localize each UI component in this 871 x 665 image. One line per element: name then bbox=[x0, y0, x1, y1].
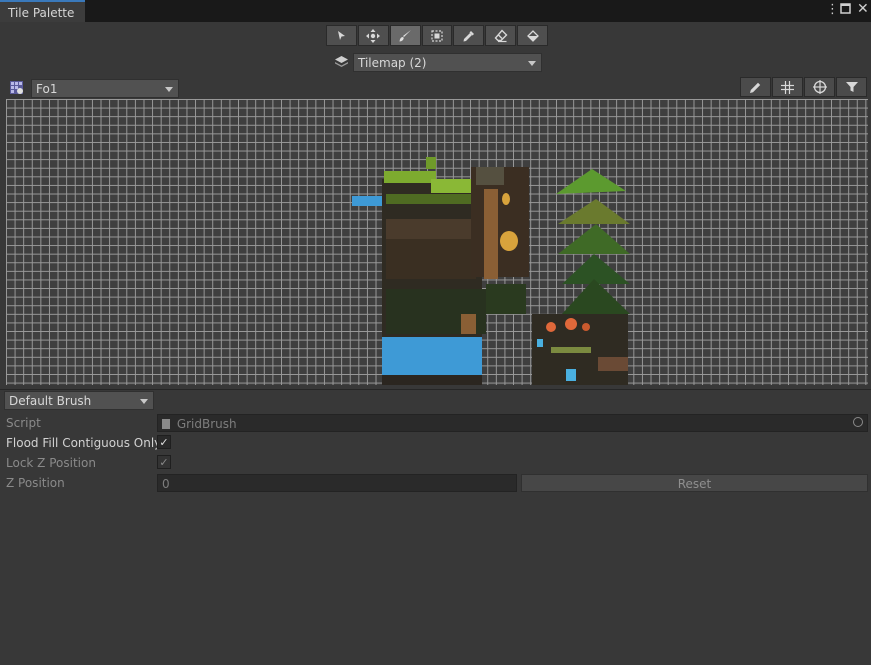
tab-bar: Tile Palette ⋮ ✕ bbox=[0, 0, 871, 22]
picker-tool-button[interactable] bbox=[453, 25, 485, 46]
lock-z-label: Lock Z Position bbox=[6, 456, 96, 470]
toggle-grid-button[interactable] bbox=[772, 77, 803, 97]
object-picker-icon[interactable] bbox=[853, 417, 863, 427]
palette-icon bbox=[10, 81, 23, 94]
brush-selected: Default Brush bbox=[9, 394, 92, 408]
arrow-icon bbox=[338, 30, 346, 40]
paint-bucket-icon bbox=[526, 29, 539, 42]
brush-dropdown[interactable]: Default Brush bbox=[4, 391, 154, 410]
palette-value: Fo1 bbox=[36, 82, 58, 96]
chevron-down-icon bbox=[528, 61, 536, 66]
eraser-icon bbox=[494, 28, 508, 42]
select-tool-button[interactable] bbox=[326, 25, 357, 46]
script-field[interactable]: GridBrush bbox=[157, 414, 868, 432]
flood-fill-checkbox[interactable]: ✓ bbox=[157, 435, 171, 449]
edit-palette-button[interactable] bbox=[740, 77, 771, 97]
tool-strip bbox=[326, 25, 549, 47]
tile-palette-tab[interactable]: Tile Palette bbox=[0, 0, 85, 22]
chevron-down-icon bbox=[140, 399, 148, 404]
lock-z-checkbox[interactable]: ✓ bbox=[157, 455, 171, 469]
close-icon[interactable]: ✕ bbox=[857, 2, 869, 16]
z-position-input[interactable]: 0 bbox=[157, 474, 517, 492]
erase-tool-button[interactable] bbox=[485, 25, 517, 46]
fill-tool-button[interactable] bbox=[517, 25, 549, 46]
z-position-value: 0 bbox=[162, 477, 170, 491]
brush-icon bbox=[399, 29, 412, 41]
palette-dropdown[interactable]: Fo1 bbox=[31, 79, 179, 98]
grid-icon bbox=[781, 80, 794, 94]
chevron-down-icon bbox=[165, 87, 173, 92]
active-tilemap-value: Tilemap (2) bbox=[358, 56, 427, 70]
active-tilemap-dropdown[interactable]: Tilemap (2) bbox=[353, 53, 542, 72]
z-position-label: Z Position bbox=[6, 476, 65, 490]
reset-label: Reset bbox=[677, 477, 712, 491]
move-tool-button[interactable] bbox=[357, 25, 389, 46]
box-fill-icon bbox=[431, 29, 443, 42]
move-arrows-icon bbox=[366, 28, 381, 43]
filter-icon bbox=[845, 82, 858, 92]
tab-title: Tile Palette bbox=[8, 6, 75, 20]
box-fill-tool-button[interactable] bbox=[421, 25, 453, 46]
paint-tool-button[interactable] bbox=[389, 25, 421, 46]
tile-palette-grid[interactable] bbox=[6, 99, 868, 385]
checkmark-icon: ✓ bbox=[159, 435, 169, 449]
section-divider bbox=[0, 389, 871, 390]
layers-icon bbox=[335, 56, 348, 67]
flood-fill-label: Flood Fill Contiguous Only bbox=[6, 436, 162, 450]
pencil-icon bbox=[750, 82, 761, 93]
gizmo-icon bbox=[812, 80, 827, 94]
maximize-icon[interactable] bbox=[840, 3, 851, 14]
script-label: Script bbox=[6, 416, 41, 430]
toggle-gizmos-button[interactable] bbox=[804, 77, 835, 97]
eyedropper-icon bbox=[463, 30, 474, 41]
script-file-icon bbox=[162, 419, 170, 429]
checkmark-icon: ✓ bbox=[159, 455, 169, 469]
reset-button[interactable]: Reset bbox=[521, 474, 868, 492]
palette-view-tools bbox=[739, 77, 867, 97]
hide-empty-tiles-button[interactable] bbox=[836, 77, 867, 97]
more-options-icon[interactable]: ⋮ bbox=[826, 3, 839, 17]
tile-artwork bbox=[352, 157, 630, 385]
script-value: GridBrush bbox=[176, 417, 237, 431]
